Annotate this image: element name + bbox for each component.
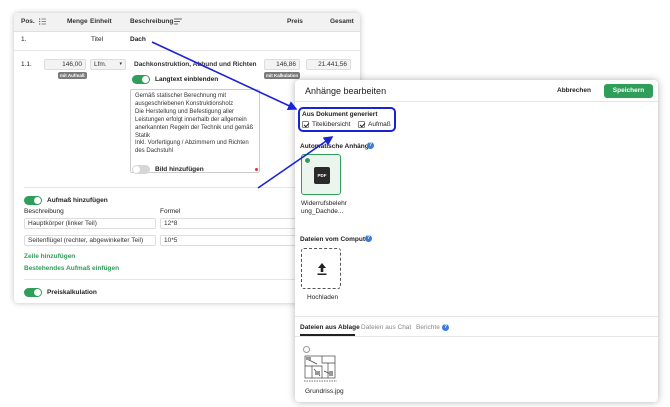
upload-tile[interactable] [301,248,341,289]
preiskalkulation-toggle[interactable] [24,288,42,297]
kalkulation-badge: mit Kalkulation [264,72,301,79]
generated-heading: Aus Dokument generiert [302,111,378,118]
aufmass-row-1-beschreibung[interactable]: Hauptkörper (linker Teil) [24,218,156,229]
title-row-type: Titel [91,36,104,43]
ablage-file-name: Grundriss.jpg [305,388,344,395]
aufmass-label: Aufmaß hinzufügen [47,197,108,204]
help-icon[interactable]: ? [442,324,449,331]
auto-attachment-tile[interactable]: PDF [301,154,341,195]
chevron-down-icon: ▾ [119,61,122,67]
zeile-hinzufuegen-link[interactable]: Zeile hinzufügen [24,253,75,260]
upload-label: Hochladen [307,294,339,301]
tab-berichte[interactable]: Berichte [416,324,440,331]
computer-heading: Dateien vom Computer [300,236,372,243]
bestehendes-aufmass-link[interactable]: Bestehendes Aufmaß einfügen [24,265,119,272]
item-row-pos: 1.1. [21,61,32,68]
titeluebersicht-label: Titelübersicht [312,121,351,128]
list-icon[interactable] [39,18,46,27]
auto-attachments-heading: Automatische Anhänge [300,143,373,150]
menge-input[interactable]: 146,00 [44,59,86,70]
header-beschreibung: Beschreibung [130,18,174,25]
selected-check-icon [304,157,311,164]
gesamt-value: 21.441,56 [306,59,351,70]
aufmass-row-2-beschreibung[interactable]: Seitenflügel (rechter, abgewinkelter Tei… [24,235,156,246]
tab-chat[interactable]: Dateien aus Chat [361,324,411,331]
einheit-select[interactable]: Lfm. ▾ [90,59,126,70]
header-preis: Preis [287,18,303,25]
header-pos: Pos. [21,18,35,25]
tab-ablage[interactable]: Dateien aus Ablage [300,324,360,331]
langtext-label: Langtext einblenden [155,76,219,83]
pdf-file-icon: PDF [314,167,330,184]
floorplan-thumbnail[interactable] [302,351,342,384]
help-icon[interactable]: ? [365,235,372,242]
preiskalkulation-label: Preiskalkulation [47,289,97,296]
bild-toggle[interactable] [132,165,150,174]
aufmass-toggle[interactable] [24,196,42,205]
langtext-toggle[interactable] [132,75,150,84]
modal-header: Anhänge bearbeiten Abbrechen Speichern [295,80,658,102]
upload-icon [317,263,327,275]
sort-icon[interactable] [174,18,182,27]
aufmass-badge: mit Aufmaß [58,72,87,79]
aufmass-checkbox[interactable] [358,121,365,128]
title-row-pos: 1. [21,36,27,43]
help-icon[interactable]: ? [367,142,374,149]
modal-title: Anhänge bearbeiten [305,86,387,96]
save-button[interactable]: Speichern [604,84,653,98]
titeluebersicht-checkbox[interactable] [302,121,309,128]
header-menge: Menge [67,18,88,25]
table-header: Pos. Menge Einheit Beschreibung Preis Ge… [14,13,360,32]
attachments-modal: Anhänge bearbeiten Abbrechen Speichern A… [295,80,658,402]
langtext-textarea[interactable]: Gemäß statischer Berechnung mit ausgesch… [130,89,260,173]
preis-input[interactable]: 146,86 [264,59,300,70]
beschreibung-input[interactable]: Dachkonstruktion, Abbund und Richten [130,59,259,70]
resize-handle[interactable] [255,168,258,171]
aufmass-checkbox-label: Aufmaß [368,121,391,128]
header-gesamt: Gesamt [330,18,354,25]
title-row-name[interactable]: Dach [130,36,146,43]
auto-file-name-2: ung_Dachde... [301,208,344,215]
header-einheit: Einheit [90,18,112,25]
aufmass-col-beschreibung: Beschreibung [24,208,64,215]
aufmass-col-formel: Formel [160,208,181,215]
cancel-button[interactable]: Abbrechen [557,87,591,94]
bild-label: Bild hinzufügen [155,166,204,173]
auto-file-name-1: Widerrufsbelehr [301,200,347,207]
